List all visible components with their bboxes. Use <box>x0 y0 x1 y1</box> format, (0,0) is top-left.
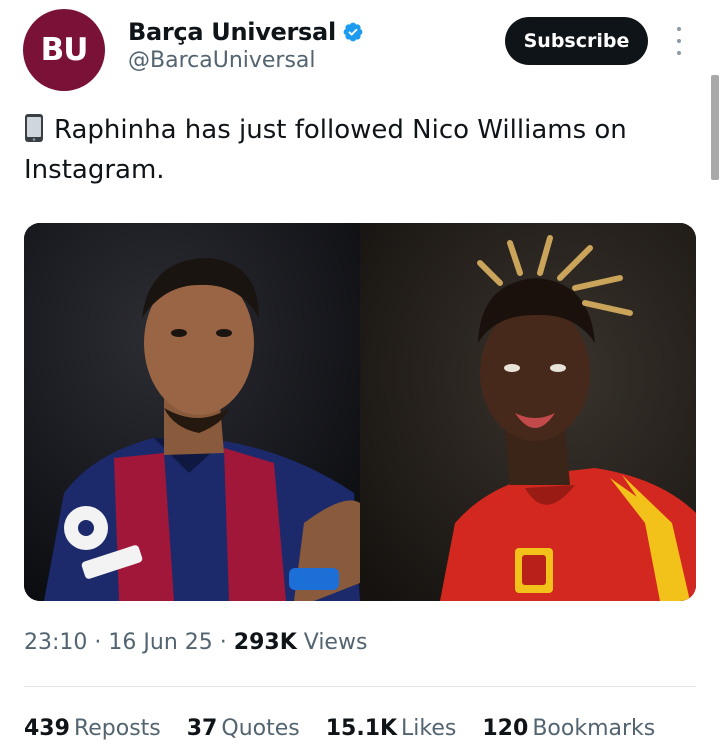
views-count: 293K <box>233 630 297 655</box>
more-options-icon[interactable] <box>671 27 687 55</box>
subscribe-button[interactable]: Subscribe <box>505 17 648 65</box>
likes-stat[interactable]: 15.1K Likes <box>326 716 457 741</box>
reposts-stat[interactable]: 439 Reposts <box>24 716 161 741</box>
scrollbar[interactable] <box>711 75 719 180</box>
reposts-label: Reposts <box>73 716 161 741</box>
mobile-phone-icon <box>25 114 43 142</box>
tweet-text: Raphinha has just followed Nico Williams… <box>24 110 684 190</box>
display-name[interactable]: Barça Universal <box>128 18 336 46</box>
meta-separator: · <box>219 630 227 655</box>
divider <box>24 686 696 687</box>
tweet-time[interactable]: 23:10 <box>24 630 87 655</box>
nico-williams-photo[interactable] <box>360 223 696 601</box>
tweet-body: Raphinha has just followed Nico Williams… <box>24 115 627 185</box>
quotes-stat[interactable]: 37 Quotes <box>187 716 300 741</box>
bookmarks-count: 120 <box>482 716 529 741</box>
quotes-label: Quotes <box>221 716 300 741</box>
tweet-meta: 23:10 · 16 Jun 25 · 293K Views <box>24 630 367 655</box>
author-handle[interactable]: @BarcaUniversal <box>128 48 316 73</box>
quotes-count: 37 <box>186 716 218 741</box>
verified-badge-icon <box>343 22 363 42</box>
bookmarks-label: Bookmarks <box>532 716 656 741</box>
avatar-logo-text: BU <box>40 32 89 68</box>
likes-count: 15.1K <box>325 716 398 741</box>
views-label: Views <box>303 630 368 655</box>
raphinha-photo[interactable] <box>24 223 360 601</box>
engagement-stats: 439 Reposts 37 Quotes 15.1K Likes 120 Bookma… <box>24 716 681 741</box>
reposts-count: 439 <box>24 716 70 741</box>
likes-label: Likes <box>401 716 457 741</box>
tweet-media[interactable] <box>24 223 696 601</box>
avatar[interactable]: BU <box>23 9 105 91</box>
bookmarks-stat[interactable]: 120 Bookmarks <box>482 716 655 741</box>
meta-separator: · <box>94 630 102 655</box>
author-name-row[interactable]: Barça Universal <box>128 16 364 48</box>
tweet-date[interactable]: 16 Jun 25 <box>108 630 212 655</box>
